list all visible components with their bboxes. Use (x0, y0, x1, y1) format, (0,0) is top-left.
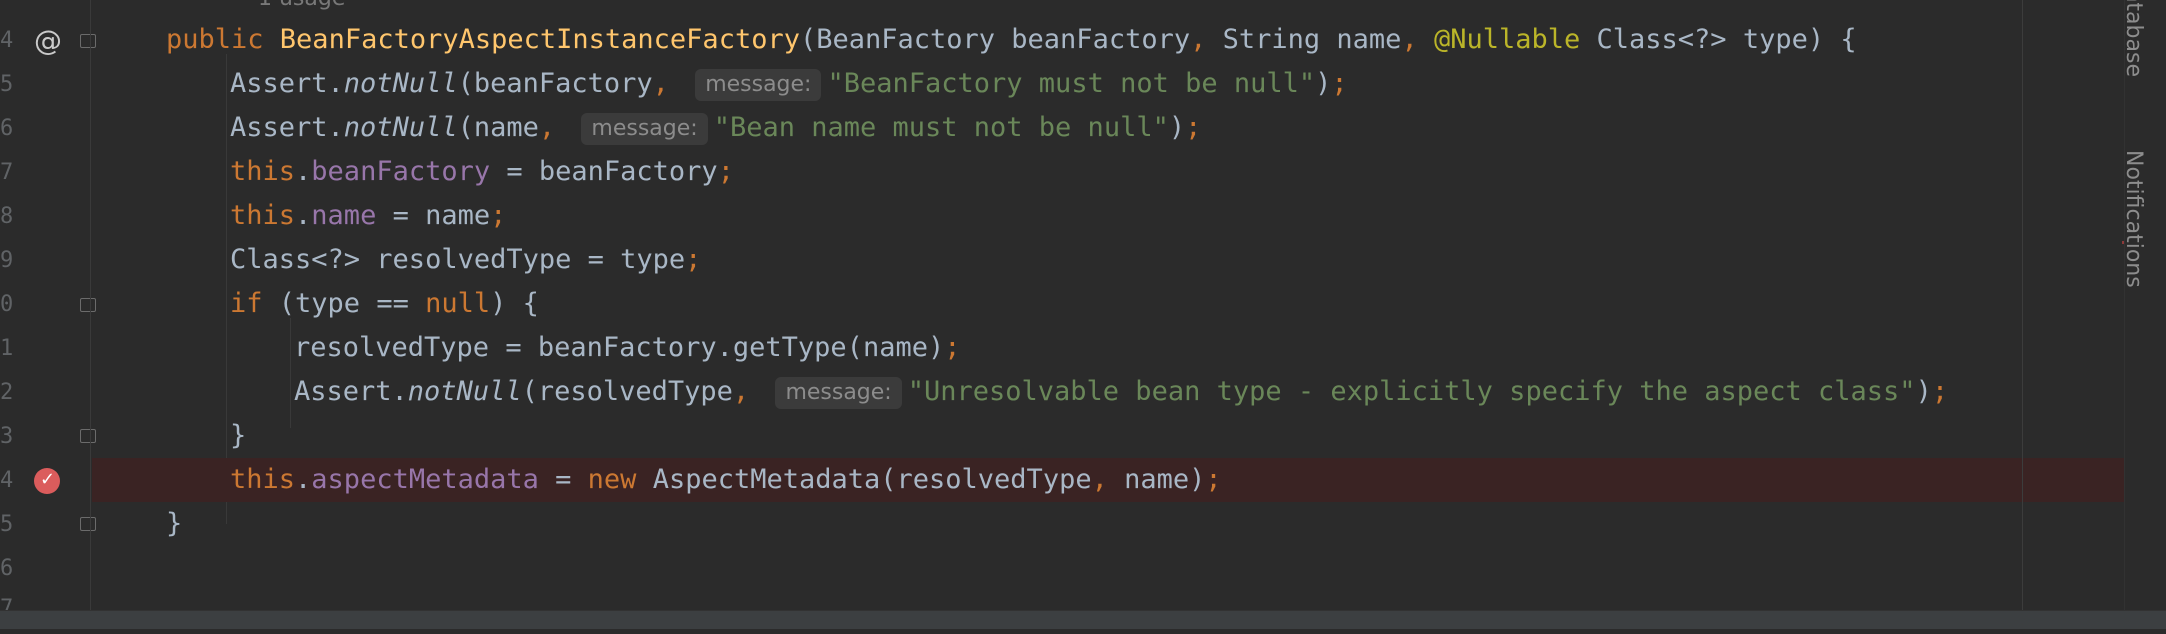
code-line: if (type == null) { (92, 282, 2132, 326)
line-number: 4 (0, 28, 14, 53)
tab-database[interactable]: Database (2121, 0, 2146, 77)
code-token: = beanFactory (490, 156, 718, 187)
code-line: Assert.notNull(beanFactory, message: "Bea… (92, 62, 2132, 106)
code-token: AspectMetadata(resolvedType (652, 464, 1092, 495)
line-number: 8 (0, 204, 14, 229)
code-token: name (311, 200, 377, 231)
code-token: , (1190, 24, 1223, 55)
code-token: , (538, 112, 572, 143)
code-token: ; (944, 332, 961, 363)
breakpoint-icon[interactable]: ✓ (34, 468, 60, 494)
code-token: , (1091, 464, 1125, 495)
code-token: (beanFactory (457, 68, 653, 99)
usage-hint[interactable]: 1 usage (258, 0, 345, 11)
code-token: new (587, 464, 653, 495)
code-line: public BeanFactoryAspectInstanceFactory(… (92, 18, 2132, 62)
line-number: 4 (0, 468, 14, 493)
code-line: this.beanFactory = beanFactory; (92, 150, 2132, 194)
line-number: 5 (0, 72, 14, 97)
code-line: this.name = name; (92, 194, 2132, 238)
code-token: (name (457, 112, 539, 143)
line-number: 6 (0, 116, 14, 141)
code-token: name) (1124, 464, 1206, 495)
code-token: ) (1915, 376, 1932, 407)
code-token: Assert. (294, 376, 408, 407)
tab-notifications[interactable]: Notifications (2121, 150, 2146, 288)
line-number: 9 (0, 248, 14, 273)
code-token: (resolvedType (521, 376, 733, 407)
code-token: this (230, 200, 296, 231)
code-token: . (295, 156, 312, 187)
code-token: ; (490, 200, 507, 231)
code-token: Assert. (230, 68, 344, 99)
line-number: 0 (0, 292, 14, 317)
code-line: } (92, 502, 2132, 546)
code-token: String name (1222, 24, 1402, 55)
code-token: , (1401, 24, 1434, 55)
code-token: Class<?> type) { (1596, 24, 1857, 55)
editor-gutter: 4 5 6 7 8 9 0 1 2 3 4 5 6 7 @ ✓ (0, 0, 96, 621)
code-token: this (230, 156, 296, 187)
code-token: beanFactory (311, 156, 491, 187)
gutter-divider (90, 0, 91, 610)
code-token: , (732, 376, 766, 407)
code-token: notNull (343, 68, 458, 99)
code-line: } (92, 414, 2132, 458)
code-token: ) { (490, 288, 539, 319)
override-icon[interactable]: @ (34, 24, 62, 57)
code-token: ; (1931, 376, 1949, 407)
code-token: = (538, 464, 588, 495)
line-number: 6 (0, 556, 14, 581)
parameter-hint: message: (581, 113, 708, 145)
code-editor[interactable]: 1 usage public BeanFactoryAspectInstance… (92, 0, 2132, 610)
code-line: Class<?> resolvedType = type; (92, 238, 2132, 282)
code-token: (type == (278, 288, 426, 319)
code-token: } (166, 508, 183, 539)
code-token: ) (1315, 68, 1332, 99)
code-token: ) (1168, 112, 1186, 143)
code-token: "Bean name must not be null" (713, 112, 1169, 143)
code-token: Class<?> resolvedType = type (230, 244, 686, 275)
line-number: 7 (0, 160, 14, 185)
code-line: Assert.notNull(name, message: "Bean name … (92, 106, 2132, 150)
code-token: aspectMetadata (311, 464, 539, 495)
bottom-status-bar (0, 610, 2166, 629)
code-token: "BeanFactory must not be null" (827, 68, 1316, 99)
code-token: Assert. (230, 112, 344, 143)
code-token: ; (685, 244, 702, 275)
right-tool-strip (2124, 0, 2166, 628)
code-token: this (230, 464, 296, 495)
code-token: @Nullable (1433, 24, 1597, 55)
code-token: . (295, 200, 312, 231)
right-margin-guide (2022, 0, 2023, 610)
line-number: 2 (0, 380, 14, 405)
code-token: if (230, 288, 279, 319)
checkmark-icon: ✓ (40, 469, 56, 490)
line-number: 1 (0, 336, 14, 361)
code-token: resolvedType = beanFactory.getType(name) (294, 332, 945, 363)
parameter-hint: message: (695, 69, 822, 101)
code-token: ; (1331, 68, 1348, 99)
code-token: (BeanFactory beanFactory (799, 24, 1191, 55)
code-token: notNull (407, 376, 522, 407)
code-token: ; (717, 156, 734, 187)
code-line: resolvedType = beanFactory.getType(name)… (92, 326, 2132, 370)
code-line-breakpoint: this.aspectMetadata = new AspectMetadata… (92, 458, 2132, 502)
code-token: BeanFactoryAspectInstanceFactory (279, 24, 800, 55)
code-token: . (295, 464, 312, 495)
code-token: null (425, 288, 491, 319)
code-token: } (230, 420, 247, 451)
parameter-hint: message: (775, 377, 902, 409)
code-line: Assert.notNull(resolvedType, message: "Un… (92, 370, 2132, 414)
line-number: 5 (0, 512, 14, 537)
code-token: notNull (343, 112, 458, 143)
code-token: = name (376, 200, 491, 231)
code-token: public (166, 24, 280, 55)
code-token: ; (1205, 464, 1222, 495)
code-token: ; (1185, 112, 1202, 143)
line-number: 3 (0, 424, 14, 449)
code-token: "Unresolvable bean type - explicitly spe… (907, 376, 1916, 407)
code-token: , (652, 68, 686, 99)
